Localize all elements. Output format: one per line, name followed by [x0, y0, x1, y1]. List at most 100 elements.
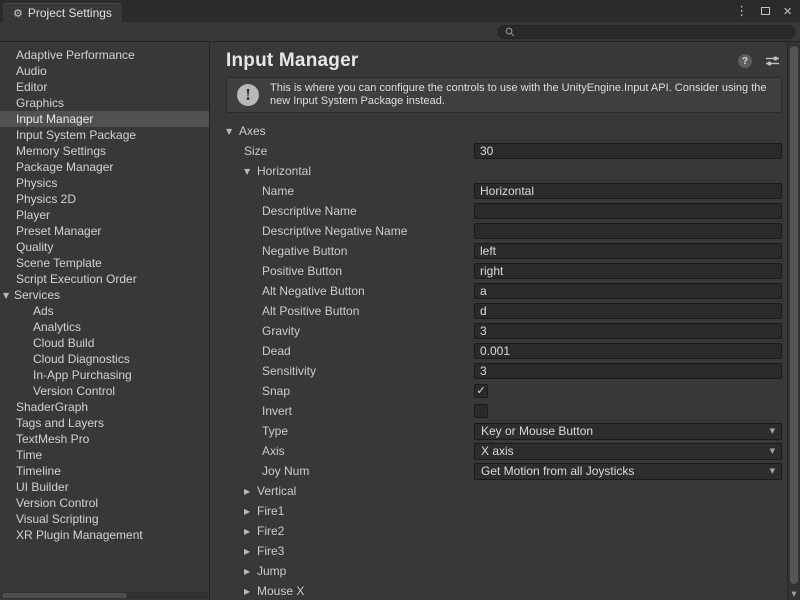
- gravity-input[interactable]: [474, 323, 782, 339]
- sidebar-item-input-system-package[interactable]: Input System Package: [0, 127, 209, 143]
- sidebar-item-xr-plugin-management[interactable]: XR Plugin Management: [0, 527, 209, 543]
- row-label-joy-num: Joy Num: [226, 464, 474, 478]
- window-menu-icon[interactable]: ⋮: [735, 4, 748, 19]
- panel-header: Input Manager ?: [226, 42, 782, 72]
- size-input[interactable]: [474, 143, 782, 159]
- sidebar-item-audio[interactable]: Audio: [0, 63, 209, 79]
- sidebar-item-textmesh-pro[interactable]: TextMesh Pro: [0, 431, 209, 447]
- row-value-invert: [474, 404, 782, 418]
- sidebar-item-script-execution-order[interactable]: Script Execution Order: [0, 271, 209, 287]
- snap-checkbox[interactable]: ✓: [474, 384, 488, 398]
- search-input[interactable]: [519, 26, 788, 38]
- foldout-triangle-icon[interactable]: ▼: [226, 127, 239, 136]
- row-horizontal: ▼Horizontal: [226, 161, 782, 181]
- foldout-triangle-icon[interactable]: ▶: [244, 547, 257, 556]
- descriptive-negative-name-input[interactable]: [474, 223, 782, 239]
- foldout-triangle-icon[interactable]: ▶: [244, 527, 257, 536]
- sidebar-item-preset-manager[interactable]: Preset Manager: [0, 223, 209, 239]
- sidebar-item-visual-scripting[interactable]: Visual Scripting: [0, 511, 209, 527]
- project-settings-window: ⚙ Project Settings ⋮ × Adaptive Performa…: [0, 0, 800, 600]
- sensitivity-input[interactable]: [474, 363, 782, 379]
- row-label-vertical[interactable]: ▶Vertical: [226, 484, 474, 498]
- sidebar-item-physics[interactable]: Physics: [0, 175, 209, 191]
- preset-icon[interactable]: [765, 55, 780, 67]
- row-fire1: ▶Fire1: [226, 501, 782, 521]
- sidebar-item-package-manager[interactable]: Package Manager: [0, 159, 209, 175]
- sidebar-item-scene-template[interactable]: Scene Template: [0, 255, 209, 271]
- dropdown-value: X axis: [481, 444, 514, 458]
- sidebar-item-quality[interactable]: Quality: [0, 239, 209, 255]
- sidebar-item-version-control[interactable]: Version Control: [0, 495, 209, 511]
- row-label-size: Size: [226, 144, 474, 158]
- row-value-alt-positive-button: [474, 303, 782, 319]
- sidebar-item-player[interactable]: Player: [0, 207, 209, 223]
- negative-button-input[interactable]: [474, 243, 782, 259]
- foldout-triangle-icon[interactable]: ▶: [244, 567, 257, 576]
- sidebar-item-ui-builder[interactable]: UI Builder: [0, 479, 209, 495]
- sidebar-scrollbar-thumb[interactable]: [2, 593, 127, 598]
- field-label: Fire3: [257, 544, 284, 558]
- sidebar-item-cloud-build[interactable]: Cloud Build: [0, 335, 209, 351]
- sidebar-item-shadergraph[interactable]: ShaderGraph: [0, 399, 209, 415]
- sidebar-item-memory-settings[interactable]: Memory Settings: [0, 143, 209, 159]
- sidebar-horizontal-scrollbar[interactable]: [1, 592, 208, 599]
- row-label-mouse-x[interactable]: ▶Mouse X: [226, 584, 474, 598]
- scrollbar-thumb[interactable]: [790, 46, 798, 584]
- maximize-icon[interactable]: [761, 7, 770, 15]
- sidebar-item-label: Adaptive Performance: [16, 48, 135, 62]
- axis-dropdown[interactable]: X axis▼: [474, 443, 782, 460]
- foldout-triangle-icon[interactable]: ▶: [244, 507, 257, 516]
- row-label-fire1[interactable]: ▶Fire1: [226, 504, 474, 518]
- tab-project-settings[interactable]: ⚙ Project Settings: [3, 3, 122, 22]
- sidebar-item-label: ShaderGraph: [16, 400, 88, 414]
- foldout-triangle-icon[interactable]: ▼: [244, 167, 257, 176]
- scrollbar-down-arrow-icon[interactable]: ▼: [788, 590, 800, 598]
- row-label-axes[interactable]: ▼Axes: [226, 124, 474, 138]
- sidebar-item-in-app-purchasing[interactable]: In-App Purchasing: [0, 367, 209, 383]
- sidebar-item-input-manager[interactable]: Input Manager: [0, 111, 209, 127]
- sidebar-item-services[interactable]: ▼Services: [0, 287, 209, 303]
- sidebar-item-adaptive-performance[interactable]: Adaptive Performance: [0, 47, 209, 63]
- foldout-triangle-icon[interactable]: ▼: [3, 288, 14, 304]
- settings-category-list: Adaptive PerformanceAudioEditorGraphicsI…: [0, 42, 210, 600]
- sidebar-item-label: Editor: [16, 80, 47, 94]
- close-icon[interactable]: ×: [783, 4, 792, 19]
- page-title: Input Manager: [226, 50, 358, 72]
- row-size: Size: [226, 141, 782, 161]
- foldout-triangle-icon[interactable]: ▶: [244, 487, 257, 496]
- row-value-negative-button: [474, 243, 782, 259]
- descriptive-name-input[interactable]: [474, 203, 782, 219]
- sidebar-item-cloud-diagnostics[interactable]: Cloud Diagnostics: [0, 351, 209, 367]
- type-dropdown[interactable]: Key or Mouse Button▼: [474, 423, 782, 440]
- alt-positive-button-input[interactable]: [474, 303, 782, 319]
- row-fire3: ▶Fire3: [226, 541, 782, 561]
- sidebar-item-physics-2d[interactable]: Physics 2D: [0, 191, 209, 207]
- row-value-type: Key or Mouse Button▼: [474, 423, 782, 440]
- sidebar-item-timeline[interactable]: Timeline: [0, 463, 209, 479]
- row-label-fire2[interactable]: ▶Fire2: [226, 524, 474, 538]
- sidebar-item-analytics[interactable]: Analytics: [0, 319, 209, 335]
- dead-input[interactable]: [474, 343, 782, 359]
- row-label-jump[interactable]: ▶Jump: [226, 564, 474, 578]
- vertical-scrollbar[interactable]: ▼: [787, 42, 800, 600]
- foldout-triangle-icon[interactable]: ▶: [244, 587, 257, 596]
- sidebar-item-graphics[interactable]: Graphics: [0, 95, 209, 111]
- row-gravity: Gravity: [226, 321, 782, 341]
- sidebar-item-version-control[interactable]: Version Control: [0, 383, 209, 399]
- search-box[interactable]: [498, 25, 795, 39]
- sidebar-item-time[interactable]: Time: [0, 447, 209, 463]
- sidebar-item-editor[interactable]: Editor: [0, 79, 209, 95]
- positive-button-input[interactable]: [474, 263, 782, 279]
- joy-num-dropdown[interactable]: Get Motion from all Joysticks▼: [474, 463, 782, 480]
- dropdown-value: Get Motion from all Joysticks: [481, 464, 634, 478]
- sidebar-item-tags-and-layers[interactable]: Tags and Layers: [0, 415, 209, 431]
- help-icon[interactable]: ?: [738, 54, 752, 68]
- sidebar-item-ads[interactable]: Ads: [0, 303, 209, 319]
- field-label: Type: [262, 424, 288, 438]
- alt-negative-button-input[interactable]: [474, 283, 782, 299]
- row-label-horizontal[interactable]: ▼Horizontal: [226, 164, 474, 178]
- field-label: Invert: [262, 404, 292, 418]
- row-label-fire3[interactable]: ▶Fire3: [226, 544, 474, 558]
- invert-checkbox[interactable]: [474, 404, 488, 418]
- name-input[interactable]: [474, 183, 782, 199]
